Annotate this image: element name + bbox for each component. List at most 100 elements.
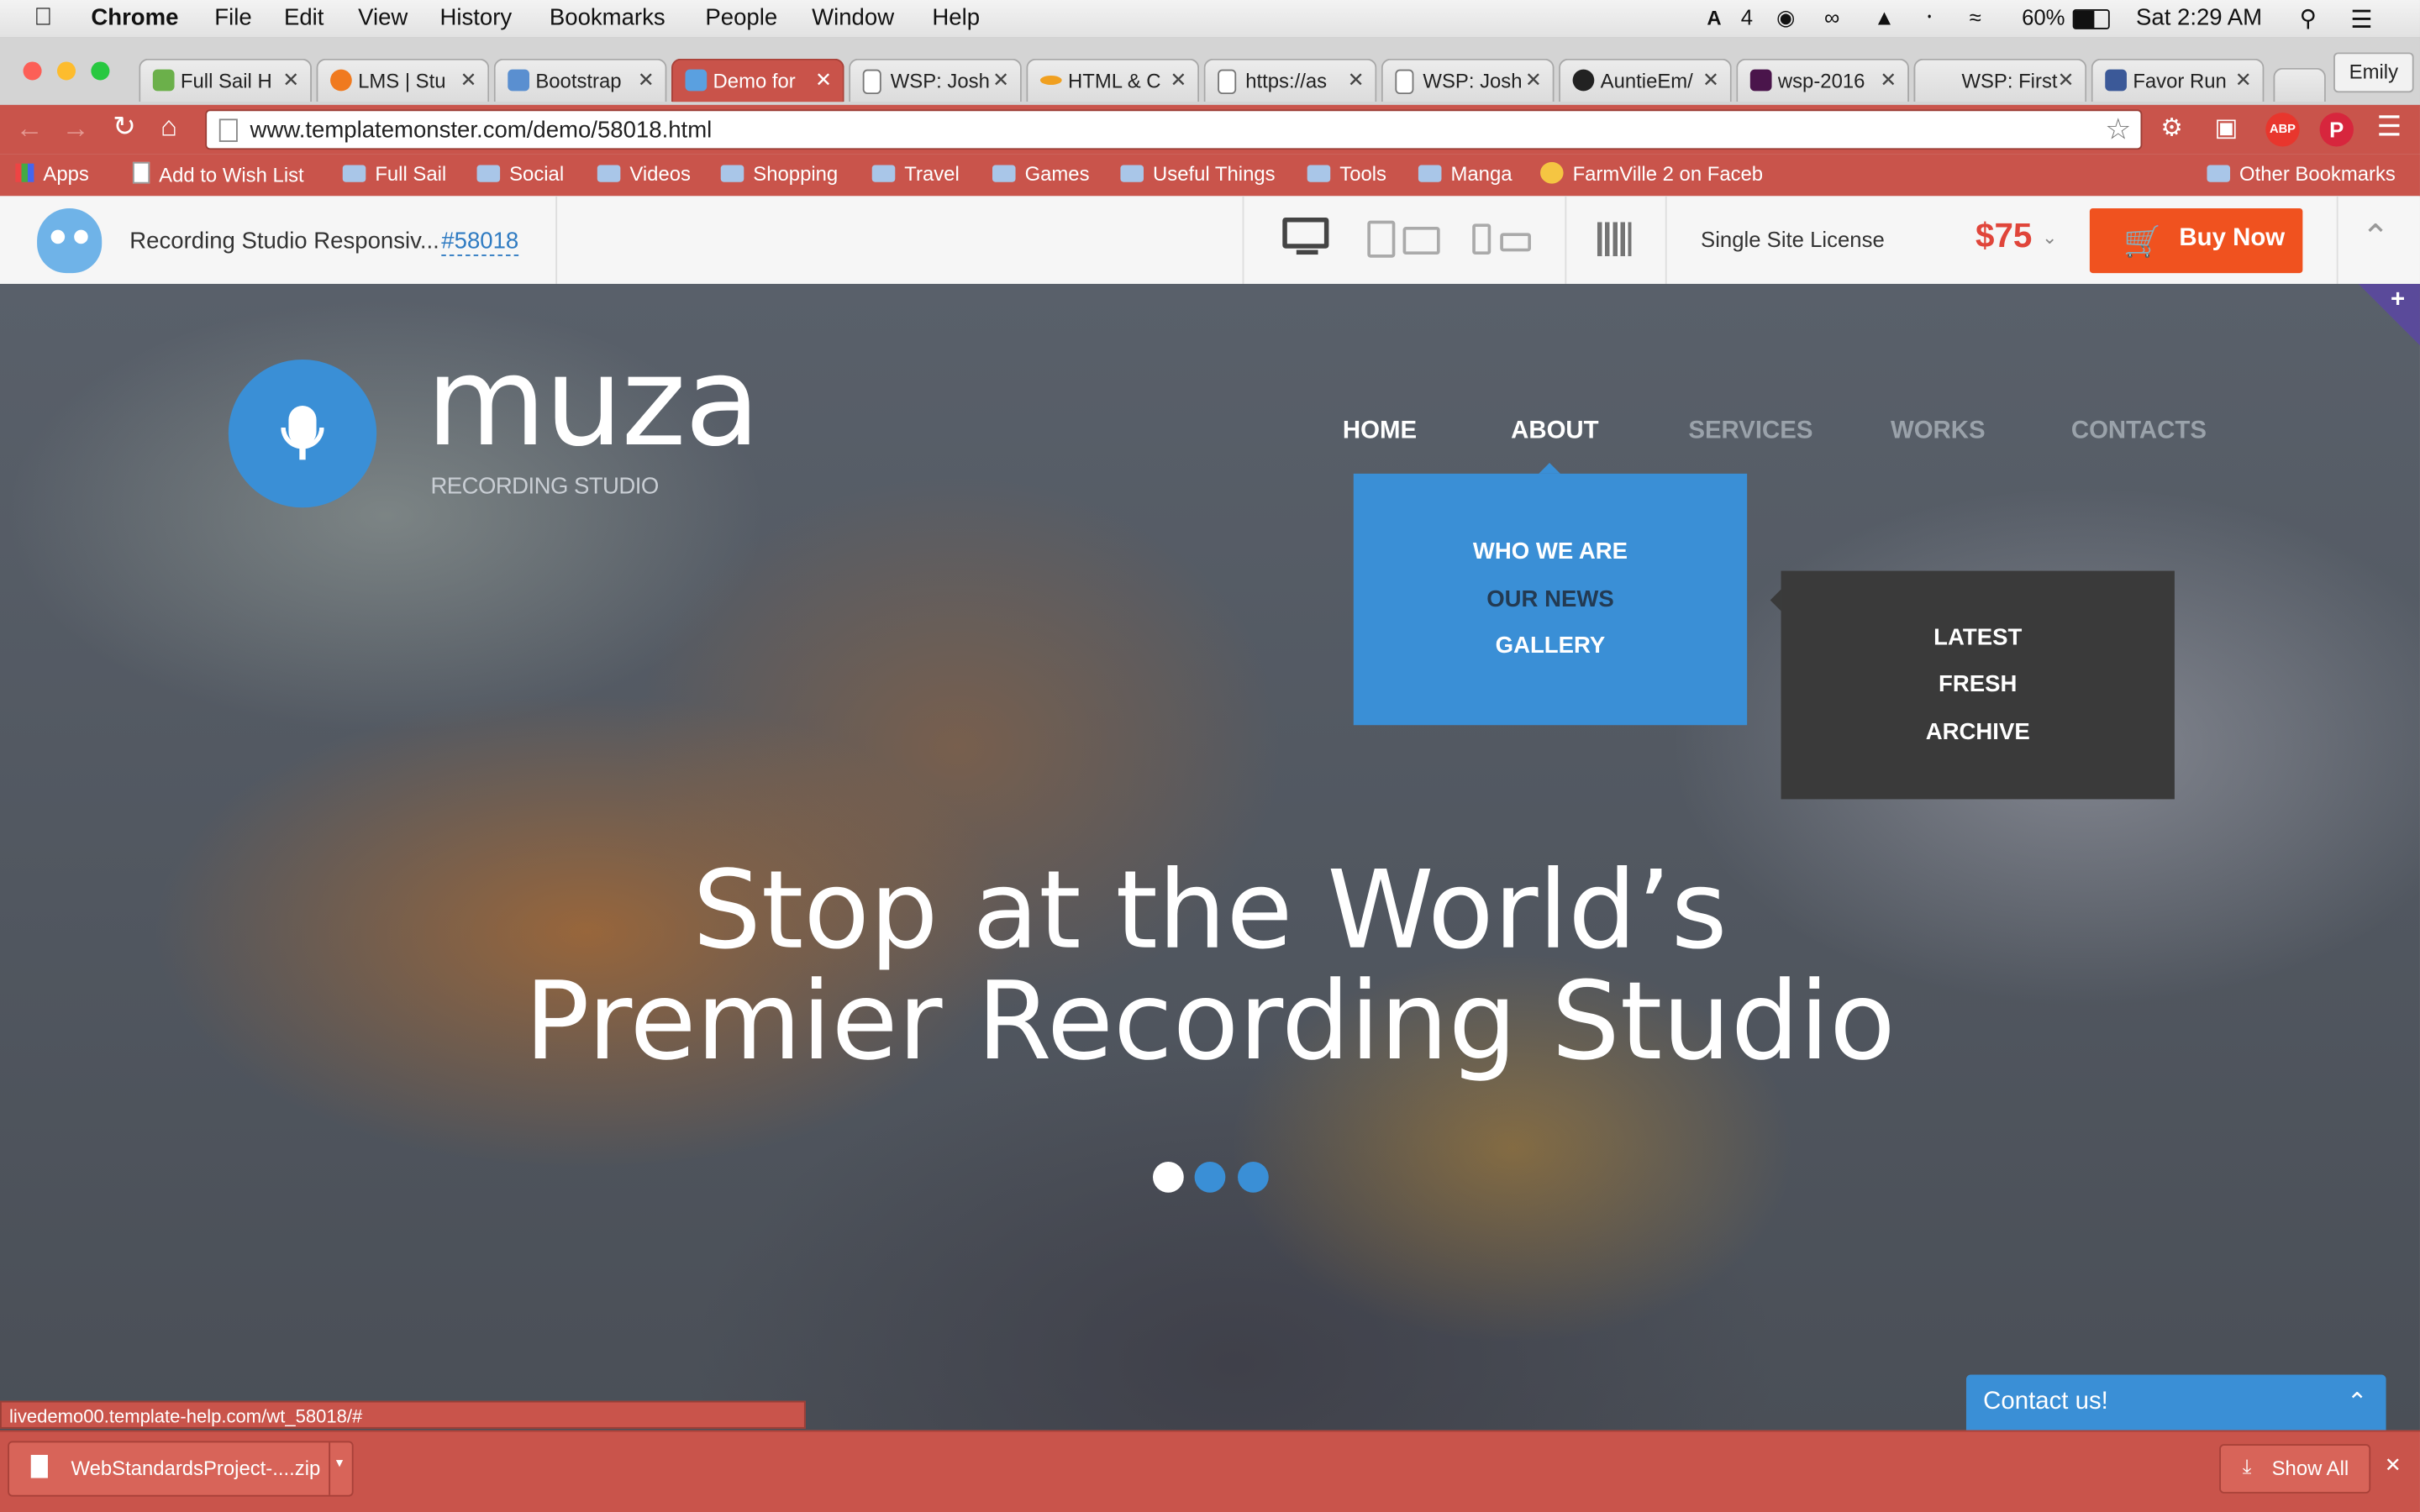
nav-contacts[interactable]: CONTACTS [2071,418,2207,446]
phone-landscape-icon[interactable] [1500,233,1532,252]
close-tab-icon[interactable]: ✕ [2235,68,2252,92]
menu-history[interactable]: History [439,5,512,31]
extension-incognito-icon[interactable]: ⚙ [2160,113,2182,144]
menu-file[interactable]: File [214,5,251,31]
tablet-portrait-icon[interactable] [1367,220,1396,258]
chrome-menu-icon[interactable]: ☰ [2377,111,2402,144]
adobe-icon[interactable]: A [1707,6,1721,29]
template-id-link[interactable]: #58018 [441,228,519,256]
close-tab-icon[interactable]: ✕ [638,68,655,92]
bookmark-star-icon[interactable]: ☆ [2105,113,2131,148]
sync-icon[interactable]: ◉ [1776,5,1795,31]
logo-badge[interactable] [228,359,377,508]
bookmark-other[interactable]: Other Bookmarks [2207,162,2396,185]
phone-portrait-icon[interactable] [1472,223,1491,255]
desktop-view-icon[interactable] [1282,217,1329,249]
creative-cloud-icon[interactable]: ∞ [1824,5,1839,29]
address-bar[interactable]: www.templatemonster.com/demo/58018.html … [205,109,2143,150]
bookmark-full-sail[interactable]: Full Sail [342,162,446,185]
menu-people[interactable]: People [705,5,777,31]
corner-plus-button[interactable]: + [2358,283,2420,346]
close-tab-icon[interactable]: ✕ [1348,68,1365,92]
new-tab-button[interactable] [2273,67,2326,102]
reload-icon[interactable]: ↻ [113,111,136,144]
slider-dot-3[interactable] [1238,1162,1269,1193]
collapse-chevron-up-icon[interactable]: ⌃ [2361,218,2390,258]
back-icon[interactable]: ← [15,113,43,145]
bookmark-useful-things[interactable]: Useful Things [1120,162,1276,185]
submenu-item-fresh[interactable]: FRESH [1781,671,2175,697]
chevron-down-icon[interactable]: ⌄ [2042,227,2057,249]
profile-button[interactable]: Emily [2333,52,2414,93]
price[interactable]: $75 [1975,216,2032,256]
menu-app-name[interactable]: Chrome [91,5,178,31]
nav-home[interactable]: HOME [1343,418,1417,446]
monster-logo-icon[interactable] [37,207,103,274]
pinterest-icon[interactable]: P [2319,113,2354,147]
bookmark-social[interactable]: Social [476,162,564,185]
close-tab-icon[interactable]: ✕ [992,68,1009,92]
close-tab-icon[interactable]: ✕ [1170,68,1186,92]
close-tab-icon[interactable]: ✕ [1702,68,1719,92]
tab-wsp-1[interactable]: WSP: Josh ✕ [849,58,1022,102]
battery-icon[interactable] [2072,9,2110,29]
tab-lms[interactable]: LMS | Stu ✕ [316,58,490,102]
clock[interactable]: Sat 2:29 AM [2136,5,2262,31]
tab-github[interactable]: AuntieEm/ ✕ [1559,58,1732,102]
buy-now-button[interactable]: 🛒 Buy Now [2089,207,2303,274]
bluetooth-icon[interactable]: ᛫ [1923,5,1936,29]
menu-item-gallery[interactable]: GALLERY [1354,633,1747,659]
apps-bookmark[interactable]: Apps [15,162,89,185]
bookmark-shopping[interactable]: Shopping [720,162,838,185]
slider-dot-2[interactable] [1194,1162,1226,1193]
close-tab-icon[interactable]: ✕ [1525,68,1542,92]
nav-works[interactable]: WORKS [1891,418,1986,446]
tab-wsp-3[interactable]: WSP: First ✕ [1913,58,2087,102]
download-menu-chevron-icon[interactable]: ▾ [329,1442,349,1495]
nav-about[interactable]: ABOUT [1511,418,1598,446]
tab-demo-active[interactable]: Demo for ✕ [671,58,844,102]
close-tab-icon[interactable]: ✕ [460,68,477,92]
menu-bookmarks[interactable]: Bookmarks [550,5,666,31]
tab-slack[interactable]: wsp-2016 ✕ [1736,58,1909,102]
submenu-item-latest[interactable]: LATEST [1781,625,2175,651]
spotlight-search-icon[interactable]: ⚲ [2300,5,2317,32]
menu-view[interactable]: View [358,5,408,31]
menu-edit[interactable]: Edit [284,5,324,31]
url-text[interactable]: www.templatemonster.com/demo/58018.html [250,118,713,144]
tab-facebook[interactable]: Favor Run ✕ [2091,58,2265,102]
bookmark-tools[interactable]: Tools [1307,162,1386,185]
bookmark-manga[interactable]: Manga [1418,162,1512,185]
bookmark-travel[interactable]: Travel [871,162,960,185]
tab-full-sail[interactable]: Full Sail H ✕ [139,58,313,102]
contact-us-widget[interactable]: Contact us! ⌃ [1965,1374,2386,1431]
logo-wordmark[interactable]: muza [426,330,760,474]
menu-item-our-news[interactable]: OUR NEWS [1354,586,1747,612]
nav-services[interactable]: SERVICES [1688,418,1812,446]
google-drive-icon[interactable]: ▲ [1874,5,1895,29]
tab-bootstrap[interactable]: Bootstrap ✕ [493,58,667,102]
apple-icon[interactable]:  [34,5,52,33]
close-tab-icon[interactable]: ✕ [1880,68,1897,92]
menu-help[interactable]: Help [932,5,980,31]
bookmark-wish-list[interactable]: Add to Wish List [132,161,304,186]
forward-icon[interactable]: → [61,113,89,145]
close-tab-icon[interactable]: ✕ [2057,68,2074,92]
notification-center-icon[interactable]: ☰ [2350,5,2372,36]
qr-code-icon[interactable] [1597,222,1632,256]
home-icon[interactable]: ⌂ [160,111,177,144]
tab-wsp-2[interactable]: WSP: Josh ✕ [1381,58,1555,102]
chevron-up-icon[interactable]: ⌃ [2347,1387,2368,1418]
menu-window[interactable]: Window [812,5,894,31]
show-all-downloads-button[interactable]: ⤓ Show All [2219,1444,2371,1494]
tab-https[interactable]: https://as ✕ [1203,58,1377,102]
zoom-window-button[interactable] [91,61,110,81]
license-selector[interactable]: Single Site License [1701,227,1885,251]
tab-html-css[interactable]: HTML & C ✕ [1026,58,1200,102]
minimize-window-button[interactable] [56,61,76,81]
bookmark-games[interactable]: Games [992,162,1090,185]
close-window-button[interactable] [23,61,42,81]
submenu-item-archive[interactable]: ARCHIVE [1781,719,2175,745]
adblock-icon[interactable]: ABP [2265,113,2300,147]
bookmark-videos[interactable]: Videos [597,162,691,185]
